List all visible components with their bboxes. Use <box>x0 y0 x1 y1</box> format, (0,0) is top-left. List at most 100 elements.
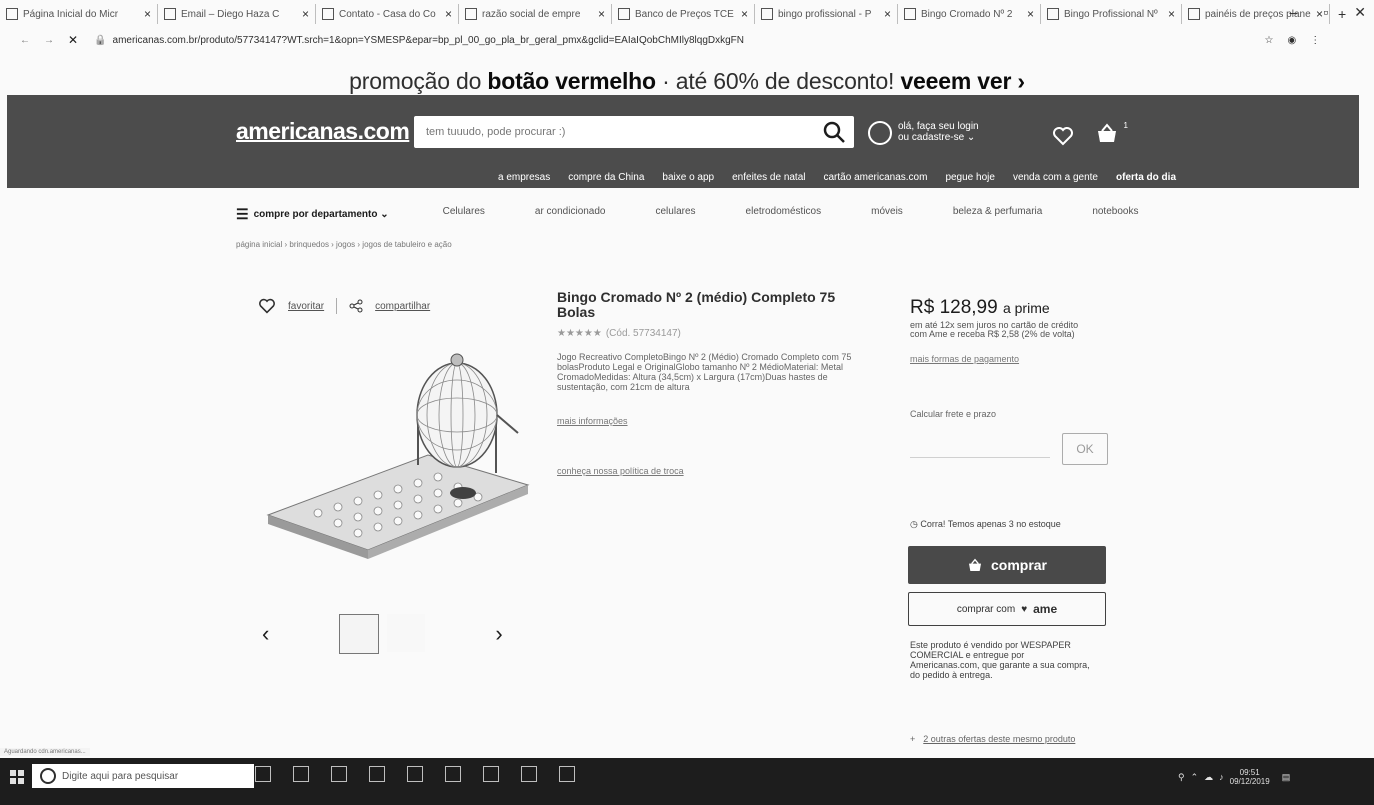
nav-item[interactable]: venda com a gente <box>1013 172 1098 183</box>
thumbnail-2[interactable] <box>387 614 426 652</box>
department-item[interactable]: celulares <box>656 206 696 223</box>
star-icon[interactable]: ☆ <box>1265 35 1274 46</box>
browser-tab[interactable]: Contato - Casa do Co × <box>316 4 459 24</box>
cep-input[interactable] <box>910 433 1050 458</box>
breadcrumb[interactable]: página inicial › brinquedos › jogos › jo… <box>236 240 452 249</box>
buy-with-ame-button[interactable]: comprar com ♥ ame <box>908 592 1106 626</box>
department-item[interactable]: beleza & perfumaria <box>953 206 1043 223</box>
tab-close-icon[interactable]: × <box>1027 7 1034 21</box>
excel-icon[interactable] <box>483 766 499 782</box>
browser-tab[interactable]: Bingo Cromado Nº 2 × <box>898 4 1041 24</box>
buy-button[interactable]: comprar <box>908 546 1106 584</box>
tab-close-icon[interactable]: × <box>741 7 748 21</box>
close-window-icon[interactable]: ✕ <box>1354 4 1366 21</box>
search-box <box>414 116 854 148</box>
browser-tab[interactable]: Banco de Preços TCE × <box>612 4 755 24</box>
thumb-prev-icon[interactable]: ‹ <box>262 621 269 647</box>
nav-item[interactable]: cartão americanas.com <box>824 172 928 183</box>
share-icon[interactable] <box>349 299 363 313</box>
department-item[interactable]: Celulares <box>443 206 485 223</box>
browser-tab[interactable]: razão social de empre × <box>459 4 612 24</box>
tab-label: Banco de Preços TCE <box>635 8 734 20</box>
cep-button[interactable]: OK <box>1062 433 1108 465</box>
rating[interactable]: ★★★★★ (Cód. 57734147) <box>557 328 681 339</box>
explorer-icon[interactable] <box>369 766 385 782</box>
tab-close-icon[interactable]: × <box>302 7 309 21</box>
nav-item[interactable]: enfeites de natal <box>732 172 805 183</box>
department-item[interactable]: ar condicionado <box>535 206 606 223</box>
clock[interactable]: 09:51 09/12/2019 <box>1230 768 1270 786</box>
chrome-icon[interactable] <box>521 766 537 782</box>
nav-item[interactable]: a empresas <box>498 172 550 183</box>
excel2-icon[interactable] <box>559 766 575 782</box>
department-item[interactable]: eletrodomésticos <box>746 206 822 223</box>
mic-icon[interactable] <box>255 766 271 782</box>
promo-banner[interactable]: promoção do botão vermelho · até 60% de … <box>0 68 1374 95</box>
heart-icon[interactable] <box>1052 126 1074 146</box>
task-view-icon[interactable] <box>293 766 309 782</box>
cortana-icon <box>40 768 56 784</box>
maximize-icon[interactable]: ▫ <box>1323 4 1328 21</box>
browser-tab[interactable]: Bingo Profissional Nº × <box>1041 4 1182 24</box>
tab-close-icon[interactable]: × <box>445 7 452 21</box>
department-menu[interactable]: ☰ compre por departamento ⌄ <box>236 206 389 223</box>
login-line2: ou cadastre-se ⌄ <box>898 132 976 143</box>
tab-close-icon[interactable]: × <box>598 7 605 21</box>
taskbar-search[interactable]: Digite aqui para pesquisar <box>32 764 254 788</box>
favorite-link[interactable]: favoritar <box>288 301 324 312</box>
return-policy-link[interactable]: conheça nossa política de troca <box>557 466 684 476</box>
nav-item[interactable]: baixe o app <box>662 172 714 183</box>
login-link[interactable]: olá, faça seu login ou cadastre-se ⌄ <box>868 121 979 145</box>
department-items: Celulares ar condicionado celulares eletrod… <box>443 206 1139 223</box>
stop-icon[interactable]: ✕ <box>68 33 78 47</box>
tray-up-icon[interactable]: ⌃ <box>1191 772 1199 783</box>
tab-favicon-icon <box>322 8 334 20</box>
tab-close-icon[interactable]: × <box>144 7 151 21</box>
menu-icon[interactable]: ⋮ <box>1310 35 1320 46</box>
people-icon[interactable]: ⚲ <box>1178 772 1185 783</box>
profile-icon[interactable]: ◉ <box>1287 35 1296 46</box>
browser-tab[interactable]: Página Inicial do Micr × <box>0 4 158 24</box>
store-icon[interactable] <box>407 766 423 782</box>
other-offers-link[interactable]: 2 outras ofertas deste mesmo produto <box>923 734 1075 744</box>
site-logo[interactable]: americanas.com <box>236 118 410 145</box>
basket-button[interactable]: 1 <box>1095 121 1128 150</box>
other-offers[interactable]: + 2 outras ofertas deste mesmo produto <box>910 734 1075 744</box>
network-icon[interactable]: ☁ <box>1204 772 1213 783</box>
tab-close-icon[interactable]: × <box>884 7 891 21</box>
taskbar-search-text: Digite aqui para pesquisar <box>62 770 179 782</box>
product-title: Bingo Cromado Nº 2 (médio) Completo 75 B… <box>557 289 836 320</box>
mail-icon[interactable] <box>445 766 461 782</box>
edge-icon[interactable] <box>331 766 347 782</box>
share-link[interactable]: compartilhar <box>375 301 430 312</box>
thumb-next-icon[interactable]: › <box>495 621 502 647</box>
favorite-heart-icon[interactable] <box>258 298 276 314</box>
basket-icon <box>968 558 981 571</box>
notifications-icon[interactable]: ▤ <box>1282 772 1291 783</box>
shipping-label: Calcular frete e prazo <box>910 409 997 419</box>
department-item[interactable]: notebooks <box>1092 206 1138 223</box>
windows-start-icon[interactable] <box>10 770 24 784</box>
more-info-link[interactable]: mais informações <box>557 416 628 426</box>
search-input[interactable] <box>424 116 808 148</box>
search-icon[interactable] <box>822 120 846 144</box>
tab-label: Email – Diego Haza C <box>181 8 280 20</box>
promo-bold: botão vermelho <box>487 68 656 94</box>
tab-label: bingo profissional - P <box>778 8 872 20</box>
thumbnail-list <box>339 614 426 654</box>
nav-item[interactable]: compre da China <box>568 172 644 183</box>
browser-tab[interactable]: bingo profissional - P × <box>755 4 898 24</box>
thumbnail-1[interactable] <box>339 614 380 654</box>
department-item[interactable]: móveis <box>871 206 903 223</box>
tab-favicon-icon <box>1047 8 1059 20</box>
payment-options-link[interactable]: mais formas de pagamento <box>910 354 1019 364</box>
nav-item[interactable]: oferta do dia <box>1116 172 1176 183</box>
tab-close-icon[interactable]: × <box>1168 7 1175 21</box>
nav-item[interactable]: pegue hoje <box>945 172 995 183</box>
url-field[interactable]: americanas.com.br/produto/57734147?WT.sr… <box>113 35 1253 46</box>
back-icon[interactable]: ← <box>20 35 30 46</box>
forward-icon[interactable]: → <box>44 35 54 46</box>
volume-icon[interactable]: ♪ <box>1219 772 1224 782</box>
browser-tab[interactable]: Email – Diego Haza C × <box>158 4 316 24</box>
minimize-icon[interactable]: – <box>1290 4 1298 21</box>
